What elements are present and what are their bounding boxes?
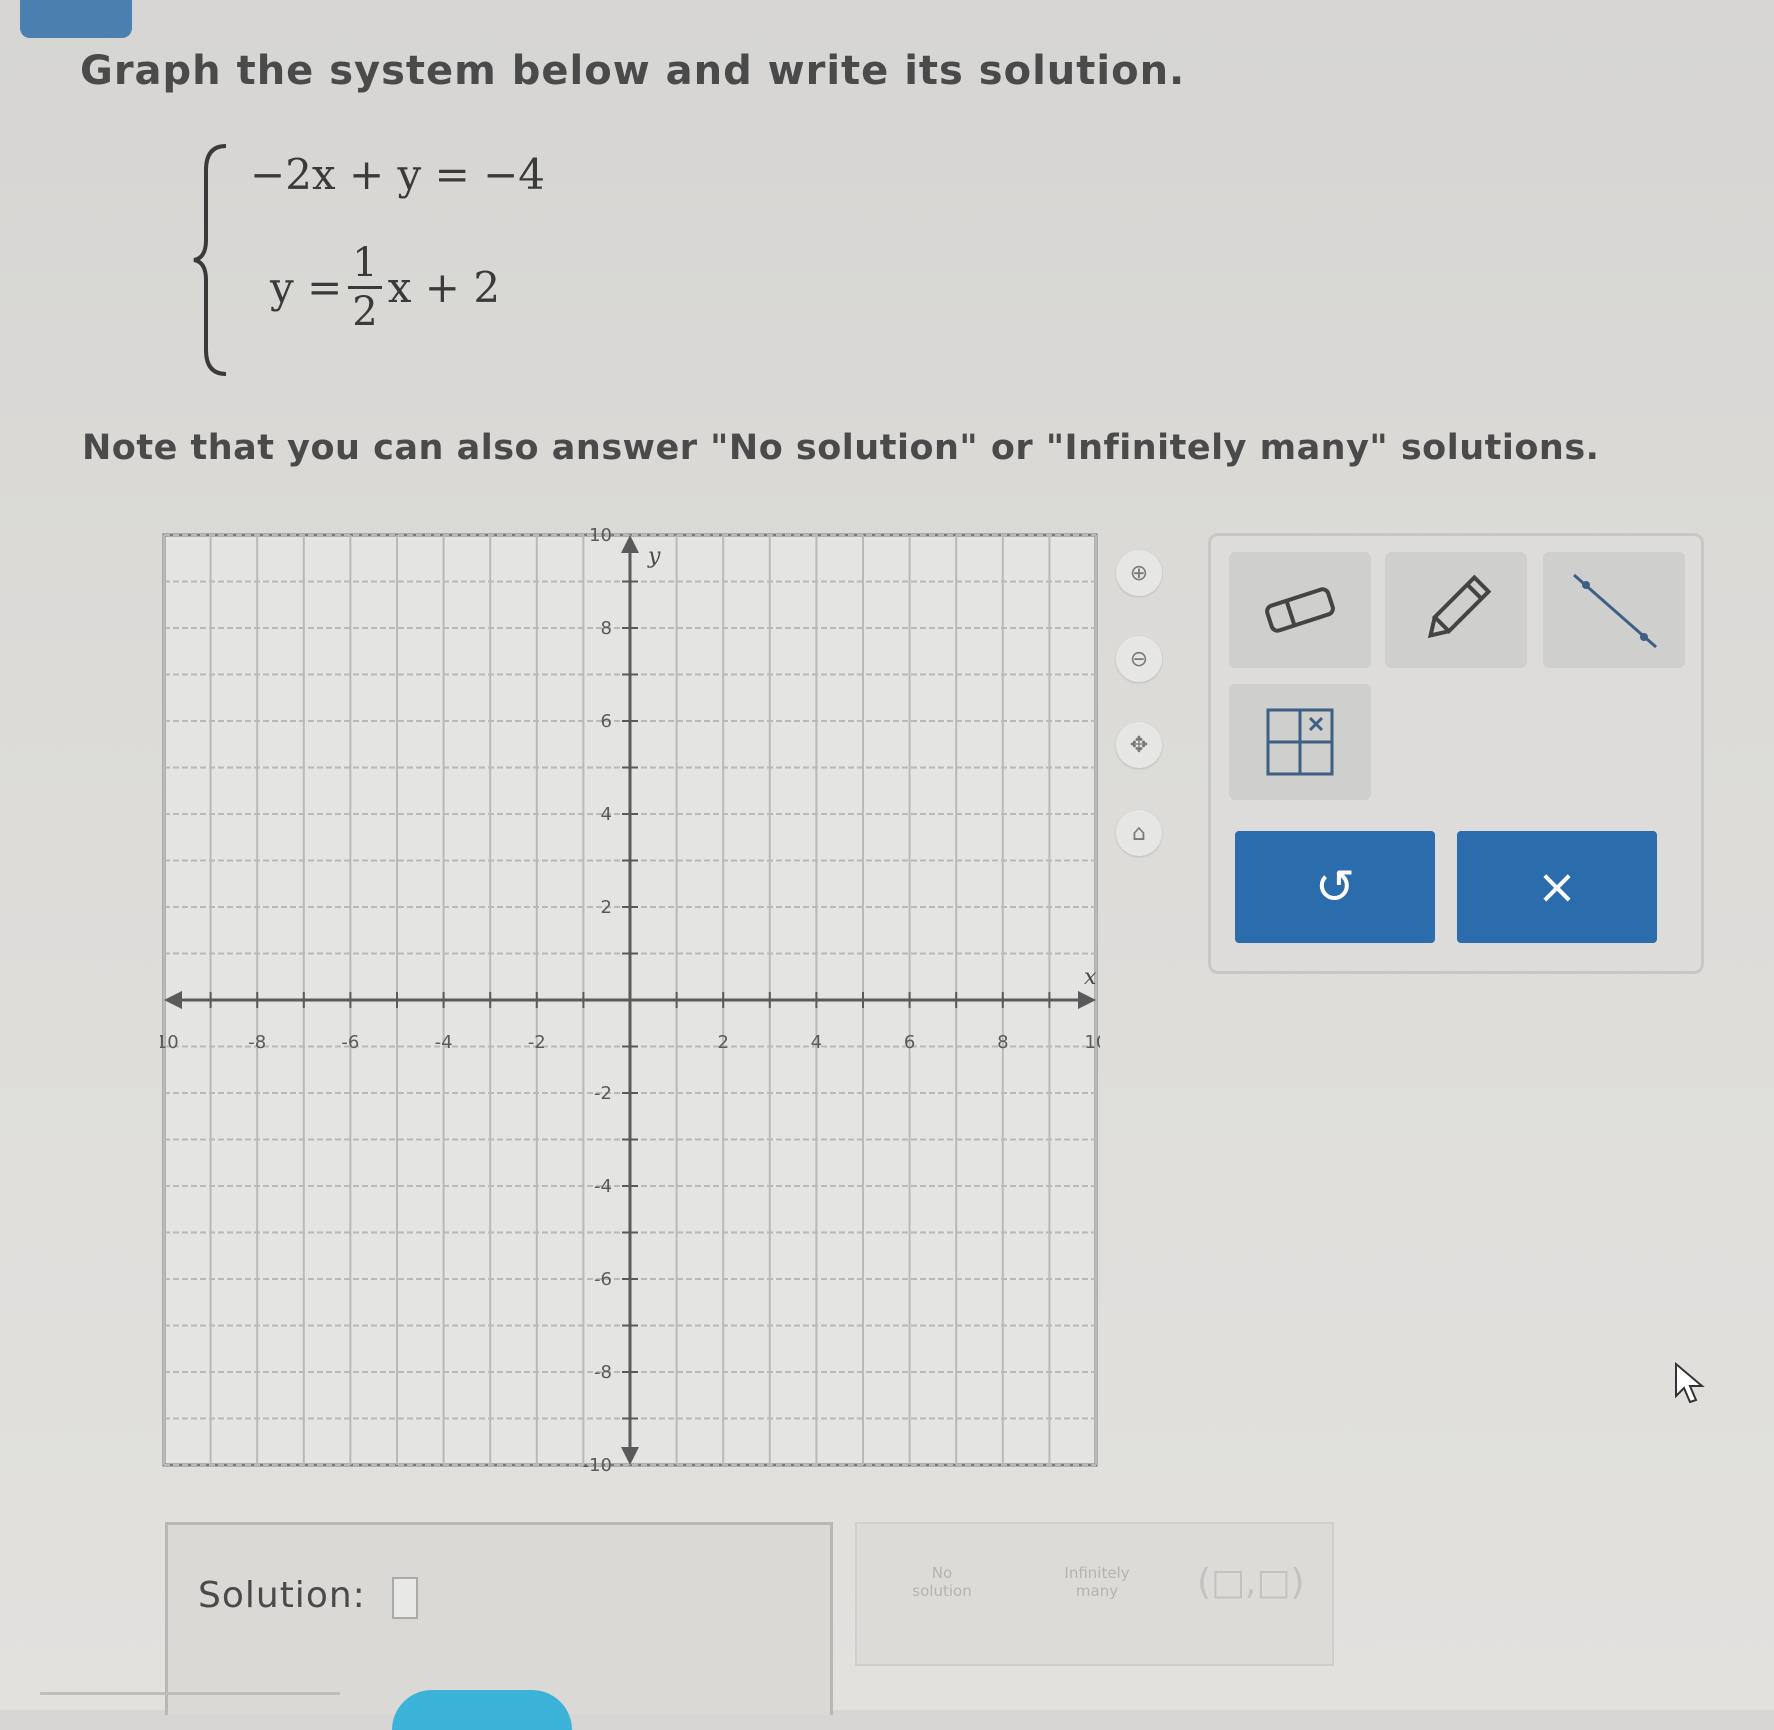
- equation-1: −2x + y = −4: [250, 150, 546, 199]
- x-tick-label: -2: [528, 1032, 546, 1053]
- top-tab[interactable]: [20, 0, 132, 38]
- y-tick-label: -4: [594, 1176, 612, 1197]
- no-solution-button[interactable]: No solution: [887, 1564, 997, 1600]
- undo-button[interactable]: ↺: [1235, 831, 1435, 943]
- equation-2-lhs: y =: [270, 263, 343, 312]
- line-icon: [1573, 573, 1657, 649]
- equation-2: y = 1 2 x + 2: [270, 240, 500, 335]
- graph-toolbar: ↺ ×: [1208, 533, 1704, 974]
- x-tick-label: -4: [435, 1032, 453, 1053]
- answer-options-panel: No solution Infinitely many (□,□): [855, 1522, 1334, 1666]
- x-tick-label: -6: [341, 1032, 359, 1053]
- pencil-tool-button[interactable]: [1385, 552, 1527, 668]
- y-tick-label: 10: [589, 525, 612, 546]
- x-tick-label: 10: [1085, 1032, 1100, 1053]
- point-on-grid-icon: [1266, 708, 1334, 776]
- clear-button[interactable]: ×: [1457, 831, 1657, 943]
- y-tick-label: -6: [594, 1269, 612, 1290]
- y-tick-label: -10: [583, 1455, 612, 1475]
- graph-area: -10 -8 -6 -4 -2 2 4 6 8 10 10 8 6 4 2 -2 -4 -6 -8 -10 x y: [160, 525, 1100, 1475]
- zoom-in-icon[interactable]: ⊕: [1116, 550, 1162, 596]
- mouse-cursor-icon: [1675, 1361, 1705, 1404]
- eraser-icon: [1265, 587, 1335, 633]
- equation-system: −2x + y = −4 y = 1 2 x + 2: [190, 140, 590, 380]
- note-text: Note that you can also answer "No soluti…: [82, 428, 1600, 468]
- divider: [40, 1692, 340, 1695]
- x-tick-label: 8: [997, 1032, 1008, 1053]
- x-tick-label: 2: [717, 1032, 728, 1053]
- solution-label: Solution:: [198, 1575, 366, 1616]
- coordinate-graph[interactable]: -10 -8 -6 -4 -2 2 4 6 8 10 10 8 6 4 2 -2 -4 -6 -8 -10 x y: [160, 525, 1100, 1475]
- y-tick-label: 8: [601, 618, 612, 639]
- equation-2-rhs: x + 2: [387, 263, 501, 312]
- fraction-numerator: 1: [348, 240, 382, 289]
- y-axis-label: y: [647, 544, 661, 569]
- y-tick-label: 2: [601, 897, 612, 918]
- solution-input[interactable]: [392, 1577, 418, 1619]
- y-tick-label: -8: [594, 1362, 612, 1383]
- x-tick-label: 4: [811, 1032, 822, 1053]
- fraction-denominator: 2: [352, 289, 378, 335]
- x-tick-label: -8: [248, 1032, 266, 1053]
- pan-icon[interactable]: ✥: [1116, 722, 1162, 768]
- eraser-tool-button[interactable]: [1229, 552, 1371, 668]
- check-button[interactable]: [392, 1690, 572, 1730]
- zoom-out-icon[interactable]: ⊖: [1116, 636, 1162, 682]
- home-icon[interactable]: ⌂: [1116, 810, 1162, 856]
- x-axis-label: x: [1084, 965, 1097, 990]
- point-tool-button[interactable]: [1229, 684, 1371, 800]
- solution-box: Solution:: [165, 1522, 833, 1715]
- line-tool-button[interactable]: [1543, 552, 1685, 668]
- infinitely-many-button[interactable]: Infinitely many: [1037, 1564, 1157, 1600]
- pencil-icon: [1427, 574, 1492, 639]
- question-text: Graph the system below and write its sol…: [80, 48, 1186, 94]
- y-tick-label: 6: [601, 711, 612, 732]
- x-tick-label: 6: [904, 1032, 915, 1053]
- y-tick-label: -2: [594, 1083, 612, 1104]
- y-tick-label: 4: [601, 804, 612, 825]
- fraction: 1 2: [348, 240, 382, 335]
- x-tick-label: -10: [160, 1032, 179, 1053]
- ordered-pair-button[interactable]: (□,□): [1197, 1562, 1305, 1603]
- brace-icon: [193, 144, 227, 376]
